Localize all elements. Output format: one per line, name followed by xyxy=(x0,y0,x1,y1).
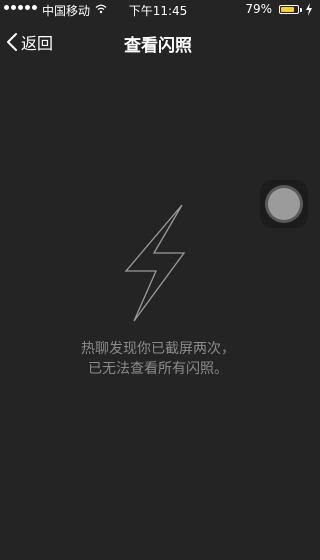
lightning-bolt-icon xyxy=(124,204,186,322)
battery-percent: 79% xyxy=(245,2,272,16)
battery-fill xyxy=(281,7,294,12)
screenshot-warning-message: 热聊发现你已截屏两次， 已无法查看所有闪照。 xyxy=(0,339,316,379)
status-bar: 中国移动 下午11:45 79% xyxy=(0,0,316,20)
charging-icon xyxy=(306,3,312,16)
assistive-touch-icon xyxy=(268,188,300,220)
battery-icon xyxy=(279,5,299,14)
message-line-2: 已无法查看所有闪照。 xyxy=(88,361,228,377)
message-line-1: 热聊发现你已截屏两次， xyxy=(81,341,235,357)
battery-tip xyxy=(300,8,302,12)
assistive-touch-button[interactable] xyxy=(260,180,308,228)
flash-photo-screen: 中国移动 下午11:45 79% 返回 查看闪照 热聊发现你已截屏两次， 已无法… xyxy=(0,0,316,560)
nav-bar: 返回 查看闪照 xyxy=(0,20,316,64)
page-title: 查看闪照 xyxy=(124,36,192,56)
